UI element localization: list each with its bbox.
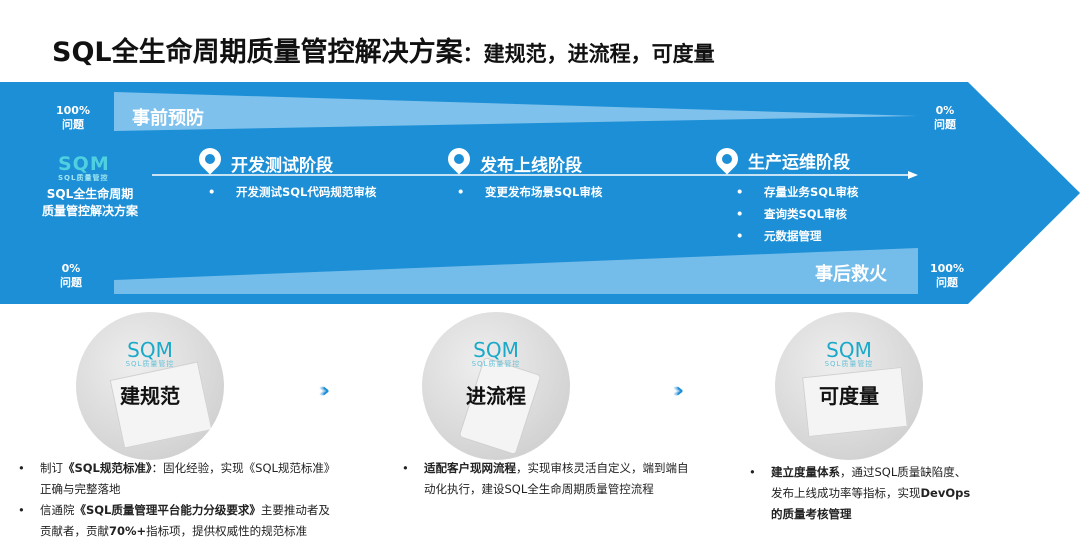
sqm-logo-mark: SQM [473,338,519,362]
bottom-right-percent: 100% 问题 [930,262,964,290]
sqm-logo-subtext: SQL质量管控 [824,360,874,368]
stage-dev-test-items: 开发测试SQL代码规范审核 [208,181,376,203]
bottom-right-pct-unit: 问题 [935,276,958,289]
bottom-left-pct-unit: 问题 [60,276,82,289]
sqm-logo: SQM SQL质量管控 [58,154,110,182]
sqm-logo-mark: SQM [127,338,173,362]
page-title: SQL全生命周期质量管控解决方案：建规范，进流程，可度量 [52,30,715,69]
sqm-logo-subtext: SQL质量管控 [125,360,175,368]
process-description: 适配客户现网流程，实现审核灵活自定义，端到端自动化执行，建设SQL全生命周期质量… [396,458,692,500]
bottom-left-percent: 0% 问题 [60,262,82,290]
remedy-label: 事后救火 [815,264,887,285]
stage-item: 查询类SQL审核 [736,203,858,225]
chevron-right-icon: ›››› [318,378,332,402]
pillar-metrics: SQM SQL质量管控 可度量 [775,312,923,460]
stage-release-title: 发布上线阶段 [480,156,582,176]
standards-description: 制订《SQL规范标准》：固化经验，实现《SQL规范标准》正确与完整落地 信通院《… [12,458,332,542]
pillar-label: 可度量 [819,384,879,408]
metrics-description: 建立度量体系，通过SQL质量缺陷度、发布上线成功率等指标，实现DevOps的质量… [743,462,973,525]
stage-ops-items: 存量业务SQL审核 查询类SQL审核 元数据管理 [736,181,858,247]
sqm-logo-mark: SQM [826,338,872,362]
stage-item: 元数据管理 [736,225,858,247]
stage-dev-test-title: 开发测试阶段 [231,156,333,176]
solution-caption-line2: 质量管控解决方案 [41,204,138,218]
sqm-logo-subtext: SQL质量管控 [58,174,109,182]
stage-item: 变更发布场景SQL审核 [457,181,602,203]
page-title-main: SQL全生命周期质量管控解决方案 [52,37,463,68]
sqm-logo: SQM SQL质量管控 [76,340,224,368]
sqm-logo-mark: SQM [58,153,110,175]
solution-caption-line1: SQL全生命周期 [46,187,134,201]
lifecycle-arrow-band: 100% 问题 0% 问题 0% 问题 100% 问题 事前预防 事后救火 SQ… [0,82,1080,304]
page-title-subtitle: ：建规范，进流程，可度量 [462,42,715,66]
list-item: 建立度量体系，通过SQL质量缺陷度、发布上线成功率等指标，实现DevOps的质量… [743,462,973,525]
stage-release-items: 变更发布场景SQL审核 [457,181,602,203]
top-left-pct-value: 100% [56,104,90,117]
top-left-pct-unit: 问题 [61,118,84,131]
top-right-pct-value: 0% [935,104,955,117]
bottom-left-pct-value: 0% [61,262,81,275]
list-item: 制订《SQL规范标准》：固化经验，实现《SQL规范标准》正确与完整落地 [12,458,332,500]
sqm-logo: SQM SQL质量管控 [775,340,923,368]
sqm-logo-subtext: SQL质量管控 [471,360,521,368]
bottom-right-pct-value: 100% [930,262,964,275]
solution-caption: SQL全生命周期 质量管控解决方案 [22,186,158,220]
stage-item: 开发测试SQL代码规范审核 [208,181,376,203]
sqm-logo: SQM SQL质量管控 [422,340,570,368]
top-right-percent: 0% 问题 [934,104,956,132]
list-item: 信通院《SQL质量管理平台能力分级要求》主要推动者及贡献者，贡献70%+指标项，… [12,500,332,542]
list-item: 适配客户现网流程，实现审核灵活自定义，端到端自动化执行，建设SQL全生命周期质量… [396,458,692,500]
top-right-pct-unit: 问题 [934,118,956,131]
pillar-standards: SQM SQL质量管控 建规范 [76,312,224,460]
pillar-label: 进流程 [466,384,526,408]
stage-ops-title: 生产运维阶段 [748,153,850,173]
chevron-right-icon: ›››› [672,378,686,402]
pillar-process: SQM SQL质量管控 进流程 [422,312,570,460]
pillar-label: 建规范 [120,384,180,408]
top-left-percent: 100% 问题 [56,104,90,132]
stage-item: 存量业务SQL审核 [736,181,858,203]
prevention-label: 事前预防 [132,108,204,129]
